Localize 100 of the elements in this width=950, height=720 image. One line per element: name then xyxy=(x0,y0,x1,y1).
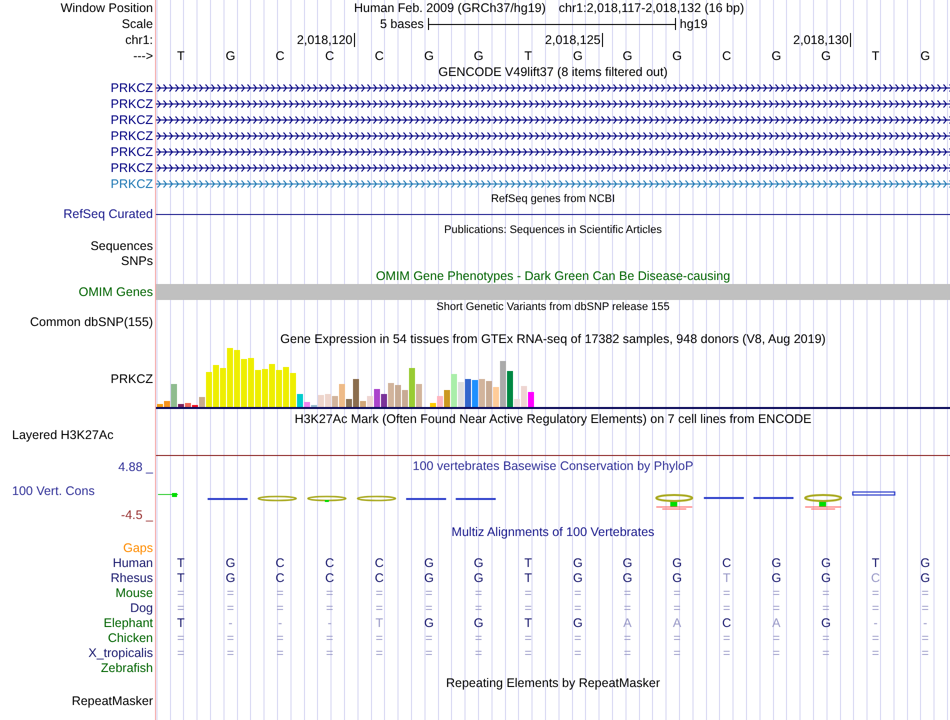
track-label[interactable]: PRKCZ xyxy=(110,113,153,127)
alignment-base: = xyxy=(723,646,730,660)
alignment-base: G xyxy=(424,556,434,570)
track-title: OMIM Gene Phenotypes - Dark Green Can Be Disease-causing xyxy=(376,269,730,283)
alignment-base: C xyxy=(871,570,880,584)
track-label[interactable]: Mouse xyxy=(115,586,153,600)
alignment-base: T xyxy=(872,556,880,570)
alignment-base: = xyxy=(276,600,284,614)
alignment-base: = xyxy=(474,600,482,614)
scale-text: 5 bases xyxy=(380,17,424,31)
track-label[interactable]: PRKCZ xyxy=(110,177,153,191)
alignment-base: C xyxy=(325,570,334,584)
base-letter: T xyxy=(176,49,185,63)
alignment-base: = xyxy=(723,586,730,600)
alignment-base: T xyxy=(524,570,532,584)
alignment-base: = xyxy=(673,600,681,614)
assembly-label: hg19 xyxy=(680,17,708,31)
alignment-base: = xyxy=(226,600,234,614)
track-label[interactable]: Chicken xyxy=(108,630,153,644)
alignment-base: G xyxy=(821,570,831,584)
track-label[interactable]: PRKCZ xyxy=(110,145,153,159)
alignment-base: = xyxy=(226,586,234,600)
base-letter: C xyxy=(325,49,334,63)
alignment-base: G xyxy=(920,556,930,570)
base-letter: C xyxy=(276,49,285,63)
alignment-base: T xyxy=(722,570,730,584)
base-letter: G xyxy=(672,49,682,63)
alignment-base: G xyxy=(226,570,236,584)
track-label[interactable]: PRKCZ xyxy=(110,372,153,386)
track-label[interactable]: 100 Vert. Cons xyxy=(0,484,95,498)
alignment-base: A xyxy=(623,616,632,630)
base-letter: C xyxy=(722,49,732,63)
track-label[interactable]: Sequences xyxy=(90,238,153,252)
base-letter: G xyxy=(622,49,632,63)
alignment-base: = xyxy=(177,630,184,644)
row-label: chr1: xyxy=(125,33,153,47)
alignment-base: = xyxy=(524,586,532,600)
alignment-base: C xyxy=(722,556,732,570)
alignment-base: = xyxy=(922,586,929,600)
alignment-base: = xyxy=(326,600,334,614)
track-label[interactable]: 4.88 _ xyxy=(118,460,153,474)
alignment-base: = xyxy=(872,586,880,600)
alignment-base: = xyxy=(673,630,681,644)
track-title: Repeating Elements by RepeatMasker xyxy=(446,676,660,690)
track-label[interactable]: Rhesus xyxy=(110,570,153,584)
track-label[interactable]: PRKCZ xyxy=(110,129,153,143)
alignment-base: = xyxy=(624,646,632,660)
alignment-base: = xyxy=(772,586,780,600)
alignment-base: = xyxy=(574,586,582,600)
row-label: Window Position xyxy=(60,1,153,15)
alignment-base: = xyxy=(177,586,184,600)
track-title: Short Genetic Variants from dbSNP release 155 xyxy=(436,300,670,314)
alignment-base: C xyxy=(374,556,384,570)
position-range[interactable]: chr1:2,018,117-2,018,132 (16 bp) xyxy=(558,1,744,15)
track-label[interactable]: X_tropicalis xyxy=(88,646,153,660)
alignment-base: C xyxy=(374,570,384,584)
alignment-base: = xyxy=(326,646,334,660)
track-label[interactable]: PRKCZ xyxy=(110,97,153,111)
track-label[interactable]: RepeatMasker xyxy=(72,694,153,708)
alignment-base: = xyxy=(872,646,880,660)
alignment-base: - xyxy=(923,616,928,630)
track-label[interactable]: SNPs xyxy=(121,254,153,268)
base-letter: G xyxy=(572,49,583,63)
alignment-base: = xyxy=(922,600,929,614)
track-title: GENCODE V49lift37 (8 items filtered out) xyxy=(438,65,668,79)
track-label[interactable]: Dog xyxy=(130,600,153,614)
alignment-base: = xyxy=(872,600,880,614)
alignment-base: = xyxy=(326,630,334,644)
track-label[interactable]: Zebrafish xyxy=(100,660,153,674)
alignment-base: G xyxy=(424,616,434,630)
alignment-base: T xyxy=(375,616,384,630)
alignment-base: T xyxy=(176,570,185,584)
alignment-base: G xyxy=(672,570,682,584)
base-letter: G xyxy=(424,49,434,63)
alignment-base: = xyxy=(376,630,383,644)
assembly-name: Human Feb. 2009 (GRCh37/hg19) xyxy=(354,1,546,15)
track-label[interactable]: Elephant xyxy=(104,616,153,630)
track-label[interactable]: RefSeq Curated xyxy=(63,207,153,221)
alignment-base: = xyxy=(425,630,433,644)
alignment-base: = xyxy=(376,646,383,660)
alignment-base: = xyxy=(772,600,780,614)
alignment-base: T xyxy=(176,556,185,570)
base-letter: G xyxy=(920,49,930,63)
alignment-base: T xyxy=(176,616,185,630)
alignment-base: = xyxy=(276,586,284,600)
track-label[interactable]: PRKCZ xyxy=(110,81,153,95)
track-label[interactable]: Layered H3K27Ac xyxy=(12,428,114,442)
alignment-base: = xyxy=(922,646,929,660)
base-letter: C xyxy=(374,49,384,63)
alignment-base: = xyxy=(822,646,830,660)
track-label[interactable]: Common dbSNP(155) xyxy=(30,315,153,329)
track-label[interactable]: -4.5 _ xyxy=(121,508,153,522)
alignment-base: = xyxy=(822,630,830,644)
alignment-base: G xyxy=(821,556,831,570)
track-label[interactable]: OMIM Genes xyxy=(78,285,153,299)
alignment-base: = xyxy=(822,586,830,600)
alignment-base: A xyxy=(772,616,780,630)
track-label[interactable]: Human xyxy=(112,556,153,570)
track-label[interactable]: PRKCZ xyxy=(110,161,153,175)
alignment-base: = xyxy=(624,600,632,614)
